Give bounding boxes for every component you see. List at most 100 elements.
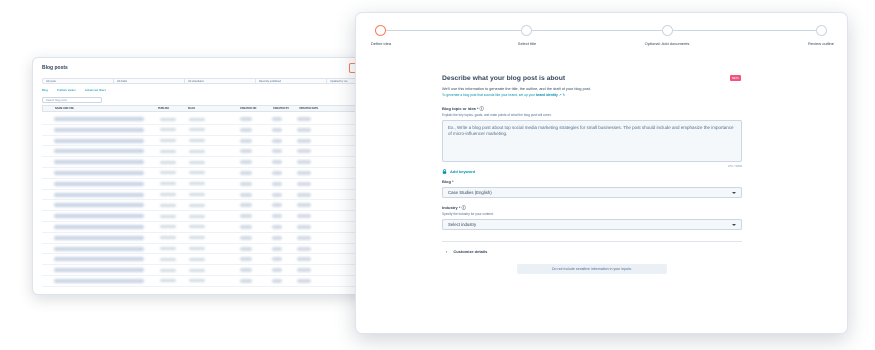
blurred-cell bbox=[160, 117, 176, 121]
step-3-dot bbox=[662, 25, 673, 36]
blurred-cell bbox=[272, 160, 282, 165]
brand-identity-link[interactable]: brand identity bbox=[536, 93, 558, 97]
add-keyword-button[interactable]: Add keyword bbox=[442, 169, 742, 174]
table-row[interactable] bbox=[42, 254, 398, 266]
chevron-down-icon bbox=[732, 192, 736, 194]
column-header[interactable]: UPDATED DATE bbox=[299, 107, 318, 110]
blurred-cell bbox=[54, 127, 144, 132]
column-header[interactable]: NAME AND URL bbox=[55, 107, 158, 110]
view-tab[interactable]: All drafts bbox=[114, 79, 185, 83]
view-tab[interactable]: All scheduled bbox=[185, 79, 256, 83]
blurred-cell bbox=[297, 235, 311, 240]
blurred-cell bbox=[160, 193, 176, 197]
info-icon[interactable]: ⓘ bbox=[480, 106, 484, 111]
form-subtitle: We'll use this information to generate t… bbox=[442, 87, 591, 91]
chevron-down-icon bbox=[732, 224, 736, 226]
blog-posts-window: Blog posts Start with AI All posts All d… bbox=[32, 57, 406, 295]
blurred-cell bbox=[189, 203, 205, 207]
publish-status-filter[interactable]: Publish status bbox=[57, 88, 76, 92]
column-header[interactable]: CREATED BY bbox=[273, 107, 299, 110]
table-row[interactable] bbox=[42, 146, 398, 158]
blurred-cell bbox=[297, 203, 311, 208]
brand-note: To generate a blog post that sounds like… bbox=[442, 93, 742, 97]
blurred-cell bbox=[54, 203, 144, 208]
blurred-cell bbox=[54, 257, 144, 262]
blurred-cell bbox=[54, 268, 144, 273]
table-row[interactable] bbox=[42, 265, 398, 276]
table-row[interactable] bbox=[42, 179, 398, 190]
lock-icon bbox=[442, 169, 447, 174]
refresh-icon[interactable]: ↻ bbox=[562, 93, 565, 97]
blurred-cell bbox=[54, 117, 144, 121]
filter-bar: Blog Publish status Advanced filters bbox=[42, 88, 106, 92]
blurred-cell bbox=[240, 203, 252, 208]
blog-filter[interactable]: Blog bbox=[42, 88, 48, 92]
blurred-cell bbox=[160, 257, 176, 261]
table-row[interactable] bbox=[42, 190, 398, 201]
blurred-cell bbox=[160, 203, 176, 207]
table-row[interactable] bbox=[42, 276, 398, 287]
table-row[interactable] bbox=[42, 233, 398, 244]
blurred-cell bbox=[240, 170, 252, 175]
blurred-cell bbox=[189, 268, 205, 272]
column-header[interactable]: PUBLISH bbox=[158, 107, 188, 110]
blog-select[interactable]: Case Studies (English) bbox=[442, 187, 742, 198]
industry-select[interactable]: Select industry bbox=[442, 219, 742, 230]
blurred-cell bbox=[297, 246, 311, 251]
blurred-cell bbox=[297, 214, 311, 219]
table-row[interactable] bbox=[42, 168, 398, 179]
blurred-cell bbox=[189, 225, 205, 229]
blurred-cell bbox=[160, 128, 176, 132]
step-1-dot bbox=[375, 25, 386, 36]
column-header[interactable]: BLOG bbox=[188, 107, 240, 110]
search-input[interactable]: Search blog posts bbox=[42, 97, 102, 103]
view-tab[interactable]: All posts bbox=[43, 79, 114, 83]
blurred-cell bbox=[54, 214, 144, 219]
column-header[interactable]: CREATED ON bbox=[240, 107, 273, 110]
blurred-cell bbox=[297, 170, 311, 175]
table-header: NAME AND URL PUBLISH BLOG CREATED ON CRE… bbox=[42, 105, 398, 112]
blurred-cell bbox=[160, 171, 176, 175]
divider bbox=[442, 241, 742, 242]
step-1-label: Define idea bbox=[370, 41, 392, 46]
view-tab[interactable]: Recently published bbox=[256, 79, 327, 83]
table-row[interactable] bbox=[42, 211, 398, 222]
blurred-cell bbox=[272, 117, 282, 121]
step-2-dot bbox=[521, 25, 532, 36]
blurred-cell bbox=[297, 268, 311, 273]
blurred-cell bbox=[240, 117, 252, 121]
blurred-cell bbox=[54, 149, 144, 154]
table-row[interactable] bbox=[42, 222, 398, 233]
blurred-cell bbox=[160, 139, 176, 143]
progress-steps: Define idea Select title Optional: Add d… bbox=[356, 21, 847, 51]
customize-details-label: Customize details bbox=[453, 249, 488, 254]
topic-help: Explain the key topics, goals, and main … bbox=[442, 113, 552, 117]
blurred-cell bbox=[54, 192, 144, 197]
blurred-cell bbox=[240, 181, 252, 186]
blurred-cell bbox=[240, 235, 252, 240]
blurred-cell bbox=[272, 246, 282, 251]
table-row[interactable] bbox=[42, 244, 398, 255]
industry-label-text: Industry * bbox=[442, 205, 461, 210]
blurred-cell bbox=[189, 171, 205, 175]
table-row[interactable] bbox=[42, 157, 398, 168]
blurred-cell bbox=[297, 181, 311, 186]
advanced-filters-link[interactable]: Advanced filters bbox=[85, 88, 106, 92]
customize-details-toggle[interactable]: › Customize details bbox=[442, 249, 742, 254]
info-icon[interactable]: ⓘ bbox=[462, 205, 466, 210]
table-row[interactable] bbox=[42, 136, 398, 147]
step-4-label: Review outline bbox=[807, 41, 835, 46]
topic-textarea[interactable]: Ex., Write a blog post about top social … bbox=[442, 120, 742, 162]
table-row[interactable] bbox=[42, 200, 398, 212]
blurred-cell bbox=[54, 246, 144, 251]
industry-select-value: Select industry bbox=[448, 222, 477, 227]
step-2-label: Select title bbox=[517, 41, 537, 46]
blurred-cell bbox=[54, 224, 144, 229]
blurred-cell bbox=[240, 192, 252, 197]
table-row[interactable] bbox=[42, 114, 398, 125]
view-tabs: All posts All drafts All scheduled Recen… bbox=[42, 78, 398, 84]
blurred-cell bbox=[240, 257, 252, 262]
step-4-dot bbox=[816, 25, 827, 36]
table-row[interactable] bbox=[42, 125, 398, 136]
blog-select-value: Case Studies (English) bbox=[448, 190, 492, 195]
